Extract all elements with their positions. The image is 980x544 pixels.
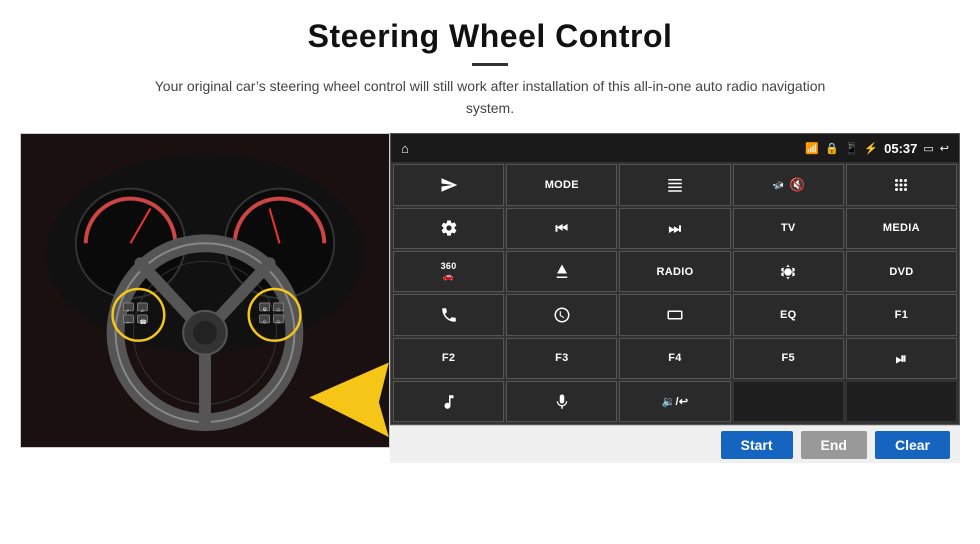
btn-vol-call[interactable]: 🔉/↩ xyxy=(619,381,730,422)
steering-wheel-image: + ♫ − ☎ ⚙ ◇ ◇ ◇ xyxy=(20,133,390,448)
screen-icon: ▭ xyxy=(923,142,933,155)
btn-mic[interactable] xyxy=(506,381,617,422)
svg-text:◇: ◇ xyxy=(277,307,281,313)
status-icons: 📶 🔒 📱 ⚡ 05:37 ▭ ↩ xyxy=(805,141,949,156)
svg-text:♫: ♫ xyxy=(140,309,144,314)
btn-dvd[interactable]: DVD xyxy=(846,251,957,292)
btn-mute[interactable]: 🔊 🔇 xyxy=(733,164,844,205)
bt-icon: ⚡ xyxy=(864,142,878,155)
clear-button[interactable]: Clear xyxy=(875,431,950,459)
end-button[interactable]: End xyxy=(801,431,867,459)
wifi-icon: 📶 xyxy=(805,142,819,155)
btn-apps[interactable] xyxy=(846,164,957,205)
title-section: Steering Wheel Control Your original car… xyxy=(20,18,960,133)
btn-empty-2 xyxy=(846,381,957,422)
btn-f2[interactable]: F2 xyxy=(393,338,504,379)
btn-eject[interactable] xyxy=(506,251,617,292)
title-divider xyxy=(472,63,508,66)
btn-send[interactable] xyxy=(393,164,504,205)
status-bar: ⌂ 📶 🔒 📱 ⚡ 05:37 ▭ ↩ xyxy=(391,134,959,162)
btn-f4[interactable]: F4 xyxy=(619,338,730,379)
btn-tv[interactable]: TV xyxy=(733,208,844,249)
sd-icon: 📱 xyxy=(845,142,859,155)
bottom-buttons: Start End Clear xyxy=(390,425,960,463)
btn-360cam[interactable]: 360🚗 xyxy=(393,251,504,292)
svg-text:−: − xyxy=(127,321,130,326)
btn-media[interactable]: MEDIA xyxy=(846,208,957,249)
btn-prev[interactable]: ⏮ xyxy=(506,208,617,249)
btn-f1[interactable]: F1 xyxy=(846,294,957,335)
svg-text:☎: ☎ xyxy=(139,319,147,326)
btn-play-pause[interactable]: ⏯ xyxy=(846,338,957,379)
btn-list[interactable] xyxy=(619,164,730,205)
btn-swirl[interactable] xyxy=(506,294,617,335)
btn-music[interactable] xyxy=(393,381,504,422)
start-button[interactable]: Start xyxy=(721,431,793,459)
btn-phone[interactable] xyxy=(393,294,504,335)
svg-text:◇: ◇ xyxy=(263,319,267,325)
btn-next[interactable]: ⏭ xyxy=(619,208,730,249)
btn-f3[interactable]: F3 xyxy=(506,338,617,379)
btn-mode[interactable]: MODE xyxy=(506,164,617,205)
page-title: Steering Wheel Control xyxy=(20,18,960,55)
btn-empty-1 xyxy=(733,381,844,422)
back-icon[interactable]: ↩ xyxy=(940,142,949,155)
home-icon[interactable]: ⌂ xyxy=(401,141,409,156)
button-grid: MODE 🔊 🔇 xyxy=(391,162,959,424)
btn-settings[interactable] xyxy=(393,208,504,249)
radio-ui: ⌂ 📶 🔒 📱 ⚡ 05:37 ▭ ↩ xyxy=(390,133,960,425)
svg-text:🔊: 🔊 xyxy=(774,180,784,190)
btn-brightness[interactable] xyxy=(733,251,844,292)
content-area: + ♫ − ☎ ⚙ ◇ ◇ ◇ xyxy=(20,133,960,463)
btn-screen-rect[interactable] xyxy=(619,294,730,335)
svg-text:⚙: ⚙ xyxy=(263,307,268,313)
btn-eq[interactable]: EQ xyxy=(733,294,844,335)
btn-f5[interactable]: F5 xyxy=(733,338,844,379)
radio-ui-wrapper: ⌂ 📶 🔒 📱 ⚡ 05:37 ▭ ↩ xyxy=(390,133,960,463)
status-time: 05:37 xyxy=(884,141,917,156)
svg-text:+: + xyxy=(127,309,130,314)
svg-text:◇: ◇ xyxy=(277,319,281,325)
btn-radio[interactable]: RADIO xyxy=(619,251,730,292)
page-container: Steering Wheel Control Your original car… xyxy=(0,0,980,544)
page-subtitle: Your original car’s steering wheel contr… xyxy=(150,76,830,119)
lock-icon: 🔒 xyxy=(825,142,839,155)
